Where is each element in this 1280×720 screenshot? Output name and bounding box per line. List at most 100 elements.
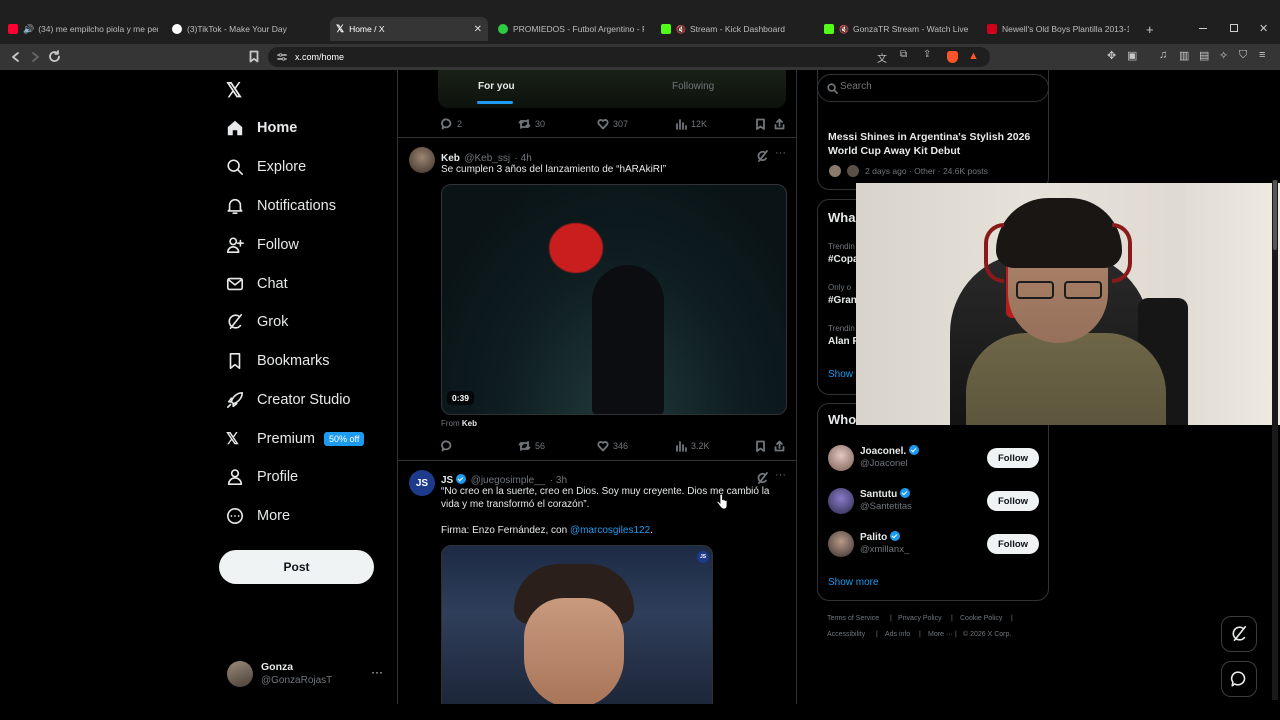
from-name[interactable]: Keb bbox=[462, 419, 477, 428]
tab-search-icon[interactable]: ▣ bbox=[1127, 49, 1137, 62]
music-icon[interactable]: ♫ bbox=[1159, 49, 1167, 61]
dancers-silhouette bbox=[592, 265, 664, 414]
trend-item[interactable]: #Copa bbox=[828, 254, 859, 265]
browser-tab[interactable]: Newell's Old Boys Plantilla 2013-14 bbox=[987, 17, 1129, 41]
tab-for-you[interactable]: For you bbox=[478, 81, 515, 92]
x-logo-icon[interactable]: 𝕏 bbox=[226, 78, 242, 103]
newells-favicon-icon bbox=[987, 24, 997, 34]
tweet-image[interactable]: JS bbox=[441, 545, 713, 704]
footer-link[interactable]: Terms of Service bbox=[827, 615, 879, 622]
open-in-app-icon[interactable]: ⧉ bbox=[900, 49, 907, 60]
vpn-icon[interactable]: ⛉ bbox=[1239, 49, 1247, 62]
brave-shields-icon[interactable] bbox=[947, 51, 958, 63]
footer-link[interactable]: More ··· bbox=[928, 631, 953, 638]
repost-action[interactable]: 30 bbox=[518, 118, 545, 130]
nav-profile[interactable]: Profile bbox=[226, 462, 298, 492]
reply-action[interactable] bbox=[441, 440, 457, 452]
brave-rewards-icon[interactable]: ▲ bbox=[968, 50, 979, 62]
tweet-video[interactable]: 0:39 bbox=[441, 184, 787, 415]
browser-tab[interactable]: 🔇 Stream - Kick Dashboard bbox=[661, 17, 811, 41]
scrollbar-thumb[interactable] bbox=[1273, 180, 1277, 250]
like-action[interactable]: 307 bbox=[597, 118, 628, 130]
share-icon[interactable]: ⇪ bbox=[923, 49, 931, 60]
trend-item[interactable]: Alan F bbox=[828, 336, 859, 347]
maximize-icon[interactable] bbox=[1230, 24, 1238, 32]
forward-icon[interactable] bbox=[29, 51, 41, 63]
share-icon[interactable] bbox=[774, 440, 785, 452]
browser-tab[interactable]: (3)TikTok - Make Your Day bbox=[172, 17, 322, 41]
nav-explore[interactable]: Explore bbox=[226, 152, 306, 182]
nav-grok[interactable]: Grok bbox=[226, 307, 288, 337]
tab-title: Newell's Old Boys Plantilla 2013-14 bbox=[1002, 24, 1129, 34]
nav-bookmarks[interactable]: Bookmarks bbox=[226, 346, 330, 376]
url-field[interactable]: x.com/home 文 ⧉ ⇪ ▲ bbox=[268, 47, 990, 67]
nav-more[interactable]: More bbox=[226, 501, 290, 531]
home-icon bbox=[227, 120, 243, 136]
menu-icon[interactable]: ≡ bbox=[1259, 49, 1265, 61]
like-action[interactable]: 346 bbox=[597, 440, 628, 452]
views-icon bbox=[676, 119, 687, 130]
nav-notifications[interactable]: Notifications bbox=[226, 191, 336, 221]
post-button[interactable]: Post bbox=[219, 550, 374, 584]
page-scrollbar[interactable] bbox=[1272, 180, 1278, 700]
nav-creator-studio[interactable]: Creator Studio bbox=[226, 385, 351, 415]
close-window-icon[interactable]: ✕ bbox=[1259, 22, 1268, 35]
more-dots-icon[interactable]: ··· bbox=[371, 665, 383, 679]
tweet[interactable]: Keb @Keb_ssj · 4h ··· Se cumplen 3 años … bbox=[398, 138, 796, 460]
reload-icon[interactable] bbox=[48, 50, 61, 63]
minimize-icon[interactable] bbox=[1199, 28, 1207, 29]
search-icon bbox=[227, 159, 244, 176]
browser-tab[interactable]: 🔊 (34) me empilcho piola y me per bbox=[8, 17, 158, 41]
webcam-overlay bbox=[856, 183, 1280, 425]
grok-floating-button[interactable] bbox=[1221, 616, 1257, 652]
avatar[interactable]: JS bbox=[409, 470, 435, 496]
more-dots-icon[interactable]: ··· bbox=[775, 147, 786, 159]
translate-icon[interactable]: 文 bbox=[877, 50, 887, 65]
follow-button[interactable]: Follow bbox=[987, 448, 1039, 468]
footer-link[interactable]: Accessibility bbox=[827, 631, 865, 638]
bookmark-icon[interactable] bbox=[755, 118, 766, 130]
mention-link[interactable]: @marcosgiles122 bbox=[570, 525, 650, 536]
chat-bubble-icon bbox=[1230, 671, 1246, 687]
nav-chat[interactable]: Chat bbox=[226, 269, 288, 299]
bookmark-page-icon[interactable] bbox=[248, 50, 260, 63]
leo-ai-icon[interactable]: ✧ bbox=[1219, 49, 1228, 62]
grok-icon[interactable] bbox=[756, 472, 768, 484]
more-dots-icon[interactable]: ··· bbox=[775, 469, 786, 481]
browser-tab[interactable]: 🔇 GonzaTR Stream - Watch Live on bbox=[824, 17, 968, 41]
reply-action[interactable]: 2 bbox=[441, 118, 462, 130]
nav-home[interactable]: Home bbox=[226, 113, 297, 143]
messages-floating-button[interactable] bbox=[1221, 661, 1257, 697]
footer-link[interactable]: Ads info bbox=[885, 631, 910, 638]
follow-button[interactable]: Follow bbox=[987, 534, 1039, 554]
views-action[interactable]: 3.2K bbox=[675, 440, 710, 452]
browser-tab[interactable]: PROMIEDOS - Futbol Argentino - Fu bbox=[498, 17, 644, 41]
footer-link[interactable]: Cookie Policy bbox=[960, 615, 1002, 622]
site-settings-icon[interactable] bbox=[277, 52, 287, 62]
views-action[interactable]: 12K bbox=[675, 118, 707, 130]
news-headline[interactable]: Messi Shines in Argentina's Stylish 2026… bbox=[828, 131, 1038, 158]
wallet-icon[interactable]: ▤ bbox=[1199, 49, 1209, 62]
footer-link[interactable]: Privacy Policy bbox=[898, 615, 942, 622]
share-icon[interactable] bbox=[774, 118, 785, 130]
extensions-icon[interactable]: ✥ bbox=[1107, 49, 1116, 62]
nav-follow[interactable]: Follow bbox=[226, 230, 299, 260]
hand-cursor-icon bbox=[716, 494, 728, 510]
new-tab-icon[interactable]: + bbox=[1146, 22, 1154, 37]
show-more-link[interactable]: Show more bbox=[828, 577, 879, 588]
bookmark-icon[interactable] bbox=[755, 440, 766, 452]
back-icon[interactable] bbox=[10, 51, 22, 63]
show-more-link[interactable]: Show bbox=[828, 369, 853, 380]
account-switcher[interactable]: Gonza @GonzaRojasT ··· bbox=[227, 659, 395, 691]
tab-following[interactable]: Following bbox=[672, 81, 714, 92]
grok-icon[interactable] bbox=[756, 150, 768, 162]
trend-item[interactable]: #Gran bbox=[828, 295, 857, 306]
repost-action[interactable]: 56 bbox=[518, 440, 545, 452]
nav-premium[interactable]: 𝕏 Premium 50% off bbox=[226, 424, 365, 454]
browser-tab-active[interactable]: 𝕏 Home / X ✕ bbox=[330, 17, 488, 41]
close-tab-icon[interactable]: ✕ bbox=[474, 24, 482, 35]
tweet[interactable]: JS JS @juegosimple__ · 3h ··· “No creo e… bbox=[398, 461, 796, 704]
sidebar-icon[interactable]: ▥ bbox=[1179, 49, 1189, 62]
follow-button[interactable]: Follow bbox=[987, 491, 1039, 511]
avatar[interactable] bbox=[409, 147, 435, 173]
